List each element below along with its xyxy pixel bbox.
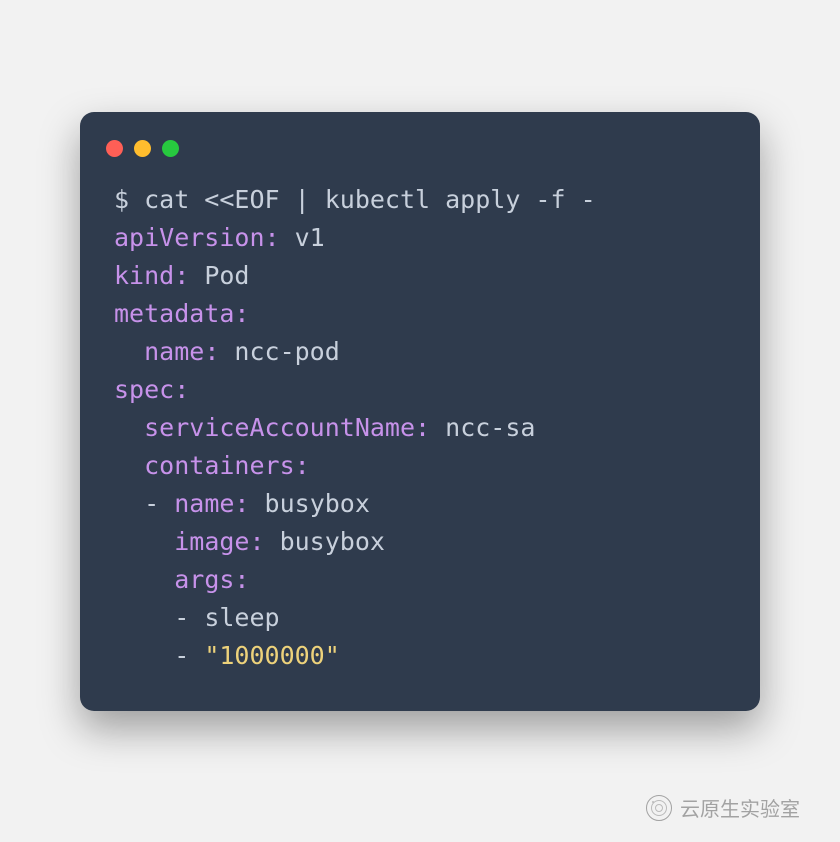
yaml-key: apiVersion: bbox=[114, 223, 280, 252]
wechat-icon bbox=[646, 795, 672, 821]
yaml-key: name: bbox=[144, 337, 219, 366]
yaml-key: kind: bbox=[114, 261, 189, 290]
window-titlebar bbox=[80, 136, 760, 181]
yaml-dash: - bbox=[174, 603, 204, 632]
yaml-value: busybox bbox=[265, 527, 385, 556]
minimize-icon[interactable] bbox=[134, 140, 151, 157]
watermark: 云原生实验室 bbox=[646, 793, 800, 822]
yaml-key: name: bbox=[174, 489, 249, 518]
yaml-value: busybox bbox=[249, 489, 369, 518]
yaml-value: Pod bbox=[189, 261, 249, 290]
yaml-value: v1 bbox=[280, 223, 325, 252]
yaml-value: sleep bbox=[204, 603, 279, 632]
yaml-key: image: bbox=[174, 527, 264, 556]
code-block: $ cat <<EOF | kubectl apply -f - apiVers… bbox=[80, 181, 760, 675]
terminal-window: $ cat <<EOF | kubectl apply -f - apiVers… bbox=[80, 112, 760, 711]
yaml-dash: - bbox=[174, 641, 204, 670]
yaml-string: "1000000" bbox=[204, 641, 339, 670]
yaml-key: spec: bbox=[114, 375, 189, 404]
yaml-key: containers: bbox=[144, 451, 310, 480]
close-icon[interactable] bbox=[106, 140, 123, 157]
yaml-value: ncc-pod bbox=[219, 337, 339, 366]
command-line: $ cat <<EOF | kubectl apply -f - bbox=[114, 185, 596, 214]
yaml-key: serviceAccountName: bbox=[144, 413, 430, 442]
yaml-key: metadata: bbox=[114, 299, 249, 328]
yaml-value: ncc-sa bbox=[430, 413, 535, 442]
maximize-icon[interactable] bbox=[162, 140, 179, 157]
yaml-key: args: bbox=[174, 565, 249, 594]
yaml-dash: - bbox=[144, 489, 174, 518]
watermark-text: 云原生实验室 bbox=[680, 793, 800, 822]
